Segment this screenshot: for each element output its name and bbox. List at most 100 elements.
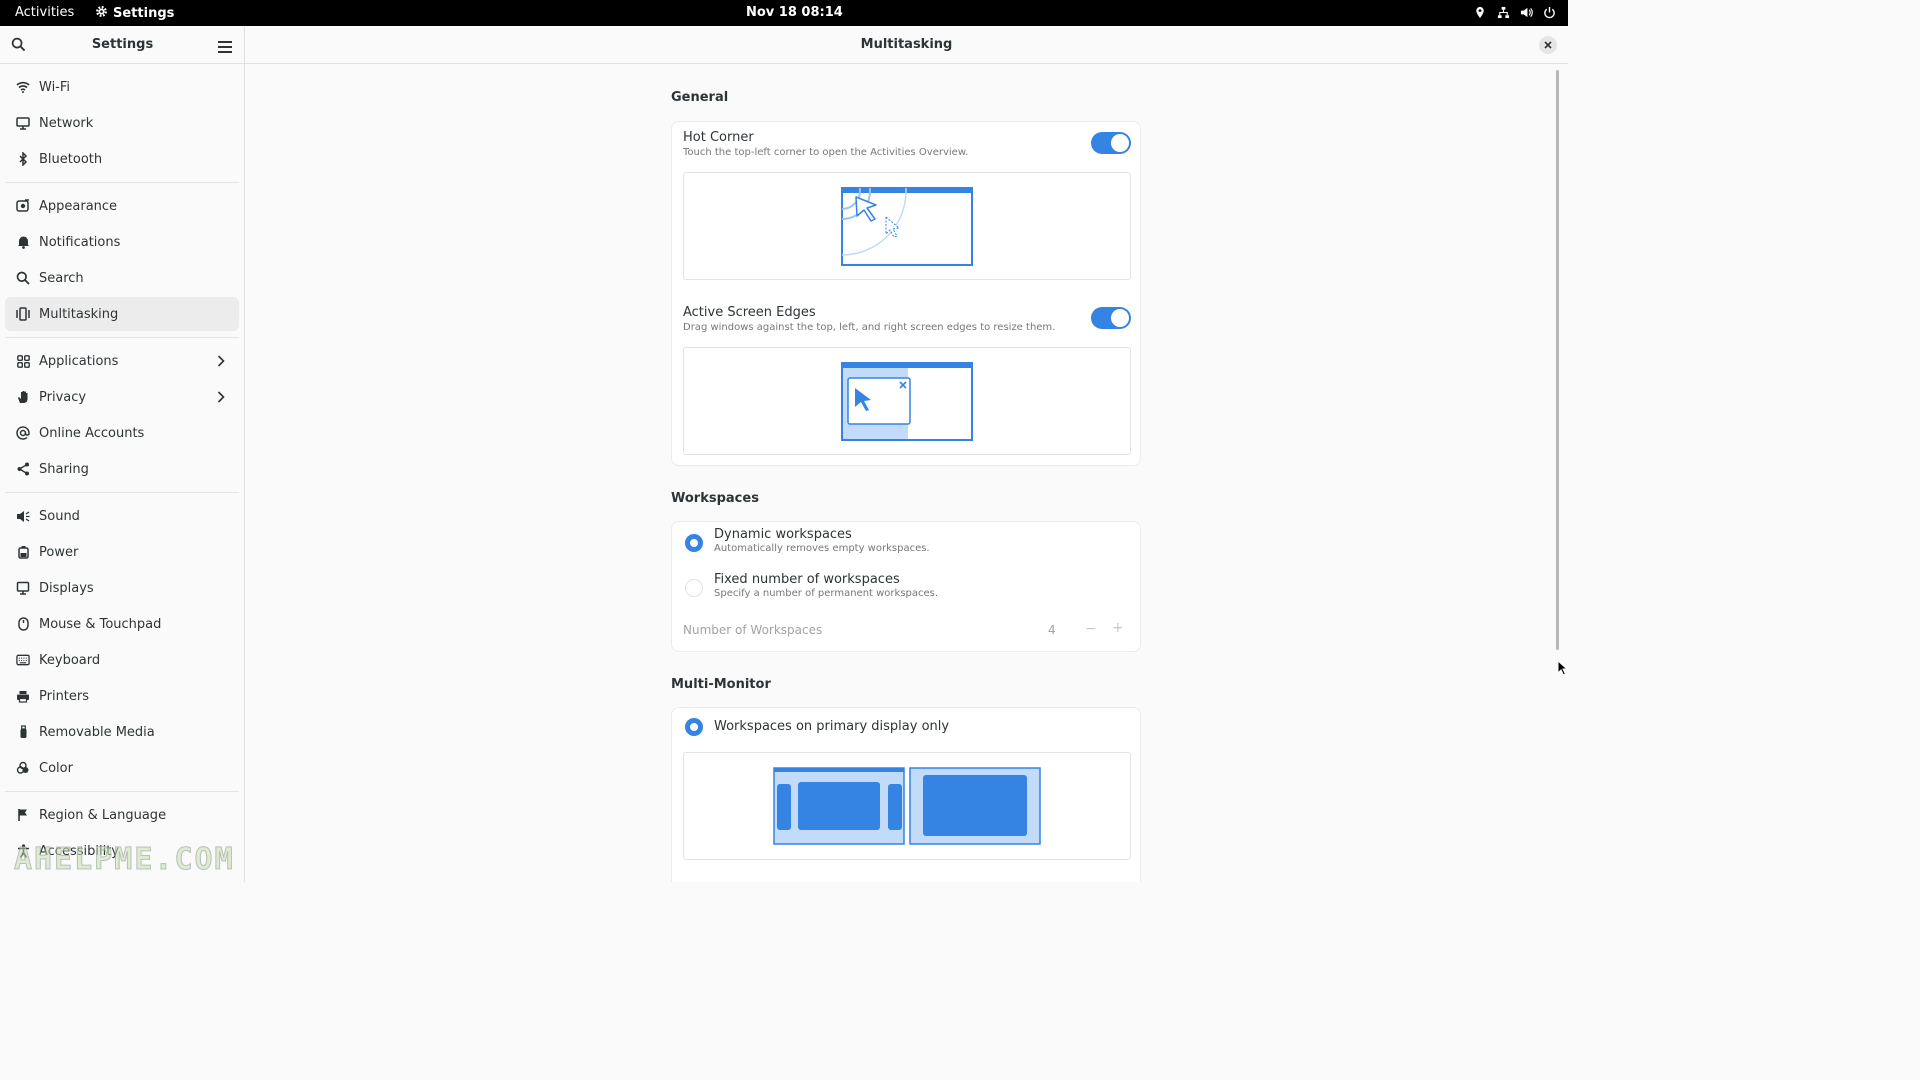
- power-icon: [16, 545, 30, 559]
- bell-icon: [16, 235, 30, 249]
- sidebar-item-label: Sharing: [39, 461, 89, 477]
- sidebar-separator: [5, 492, 239, 493]
- sidebar-header: Settings: [0, 26, 244, 64]
- watermark: AHELPME.COM: [14, 842, 235, 878]
- general-section-title: General: [671, 90, 729, 105]
- keyboard-icon: [16, 653, 30, 667]
- sidebar-item-label: Color: [39, 760, 73, 776]
- close-button[interactable]: [1539, 36, 1557, 54]
- sidebar-item-label: Multitasking: [39, 306, 119, 322]
- sidebar-item-label: Appearance: [39, 198, 118, 214]
- main-header: Multitasking: [245, 26, 1568, 64]
- sidebar-item-removable-media[interactable]: Removable Media: [5, 715, 239, 749]
- sidebar-item-label: Displays: [39, 580, 94, 596]
- workspace-count-increment-button[interactable]: +: [1112, 620, 1124, 636]
- chevron-right-icon: [217, 391, 225, 403]
- sidebar-item-power[interactable]: Power: [5, 535, 239, 569]
- sidebar-item-mouse-touchpad[interactable]: Mouse & Touchpad: [5, 607, 239, 641]
- sidebar-item-displays[interactable]: Displays: [5, 571, 239, 605]
- flag-icon: [16, 808, 30, 822]
- sidebar-item-label: Network: [39, 115, 94, 131]
- hot-corner-illustration: [683, 172, 1131, 280]
- top-bar: Activities Settings Nov 18 08:14: [0, 0, 1568, 26]
- main-panel: Multitasking General Hot Corner Touch th…: [245, 26, 1568, 882]
- sidebar-item-search[interactable]: Search: [5, 261, 239, 295]
- sidebar-item-sound[interactable]: Sound: [5, 499, 239, 533]
- sidebar-item-label: Applications: [39, 353, 119, 369]
- system-tray[interactable]: [1473, 5, 1556, 19]
- sidebar-item-label: Region & Language: [39, 807, 167, 823]
- workspace-count-label: Number of Workspaces: [683, 623, 823, 637]
- sidebar-item-applications[interactable]: Applications: [5, 344, 239, 378]
- sidebar-item-appearance[interactable]: Appearance: [5, 189, 239, 223]
- sidebar-separator: [5, 182, 239, 183]
- hand-icon: [16, 390, 30, 404]
- dynamic-workspaces-radio[interactable]: [685, 534, 703, 552]
- hot-corner-toggle[interactable]: [1091, 132, 1131, 154]
- mouse-pointer-icon: [1557, 659, 1569, 680]
- volume-icon: [1519, 5, 1533, 19]
- sidebar-item-multitasking[interactable]: Multitasking: [5, 297, 239, 331]
- sidebar-item-label: Removable Media: [39, 724, 155, 740]
- fixed-workspaces-radio[interactable]: [685, 579, 703, 597]
- sidebar-item-sharing[interactable]: Sharing: [5, 452, 239, 486]
- printer-icon: [16, 689, 30, 703]
- active-edges-toggle[interactable]: [1091, 307, 1131, 329]
- sidebar-title: Settings: [91, 37, 154, 52]
- app-menu-label: Settings: [113, 6, 175, 21]
- sidebar-separator: [5, 791, 239, 792]
- chevron-right-icon: [217, 355, 225, 367]
- sidebar-separator: [5, 337, 239, 338]
- sidebar-item-label: Sound: [39, 508, 80, 524]
- multi-monitor-section-title: Multi-Monitor: [671, 677, 771, 692]
- sidebar-item-label: Search: [39, 270, 84, 286]
- sidebar-item-label: Power: [39, 544, 79, 560]
- mouse-icon: [16, 617, 30, 631]
- sidebar-item-label: Keyboard: [39, 652, 101, 668]
- location-icon: [1473, 5, 1487, 19]
- sidebar-item-printers[interactable]: Printers: [5, 679, 239, 713]
- network-wired-icon: [1496, 5, 1510, 19]
- workspace-count-decrement-button[interactable]: −: [1085, 621, 1097, 637]
- hot-corner-title: Hot Corner: [683, 130, 754, 145]
- sidebar-item-keyboard[interactable]: Keyboard: [5, 643, 239, 677]
- activities-button[interactable]: Activities: [15, 5, 74, 20]
- sidebar-item-privacy[interactable]: Privacy: [5, 380, 239, 414]
- sidebar-item-label: Wi-Fi: [39, 79, 71, 95]
- sidebar-item-bluetooth[interactable]: Bluetooth: [5, 142, 239, 176]
- active-edges-subtitle: Drag windows against the top, left, and …: [683, 322, 1056, 333]
- dynamic-workspaces-subtitle: Automatically removes empty workspaces.: [714, 543, 930, 554]
- hamburger-menu-icon[interactable]: [218, 38, 232, 53]
- sidebar-item-notifications[interactable]: Notifications: [5, 225, 239, 259]
- sidebar-item-online-accounts[interactable]: Online Accounts: [5, 416, 239, 450]
- sidebar-item-label: Mouse & Touchpad: [39, 616, 162, 632]
- multi-monitor-card: Workspaces on primary display only: [671, 707, 1141, 882]
- primary-display-only-radio[interactable]: [685, 718, 703, 736]
- fixed-workspaces-title: Fixed number of workspaces: [714, 572, 900, 587]
- sidebar-item-label: Privacy: [39, 389, 87, 405]
- dynamic-workspaces-title: Dynamic workspaces: [714, 527, 852, 542]
- color-icon: [16, 761, 30, 775]
- wifi-icon: [16, 80, 30, 94]
- workspaces-section-title: Workspaces: [671, 491, 759, 506]
- share-icon: [16, 462, 30, 476]
- sidebar-item-network[interactable]: Network: [5, 106, 239, 140]
- clock[interactable]: Nov 18 08:14: [746, 5, 843, 20]
- power-icon: [1542, 5, 1556, 19]
- sidebar-item-wi-fi[interactable]: Wi-Fi: [5, 70, 239, 104]
- fixed-workspaces-subtitle: Specify a number of permanent workspaces…: [714, 588, 939, 599]
- sidebar-item-region-language[interactable]: Region & Language: [5, 798, 239, 832]
- scrollbar[interactable]: [1556, 70, 1559, 650]
- general-card: Hot Corner Touch the top-left corner to …: [671, 121, 1141, 466]
- app-menu[interactable]: Settings: [95, 5, 174, 22]
- display-icon: [16, 581, 30, 595]
- primary-display-only-title: Workspaces on primary display only: [714, 719, 950, 734]
- sidebar: Settings Wi-Fi Network Bluetooth Appearance…: [0, 26, 245, 882]
- at-icon: [16, 426, 30, 440]
- hot-corner-subtitle: Touch the top-left corner to open the Ac…: [683, 147, 969, 158]
- workspace-count-value[interactable]: 4: [1048, 623, 1056, 637]
- sidebar-item-color[interactable]: Color: [5, 751, 239, 785]
- apps-grid-icon: [16, 354, 30, 368]
- gear-icon: [95, 5, 108, 22]
- sidebar-item-label: Notifications: [39, 234, 121, 250]
